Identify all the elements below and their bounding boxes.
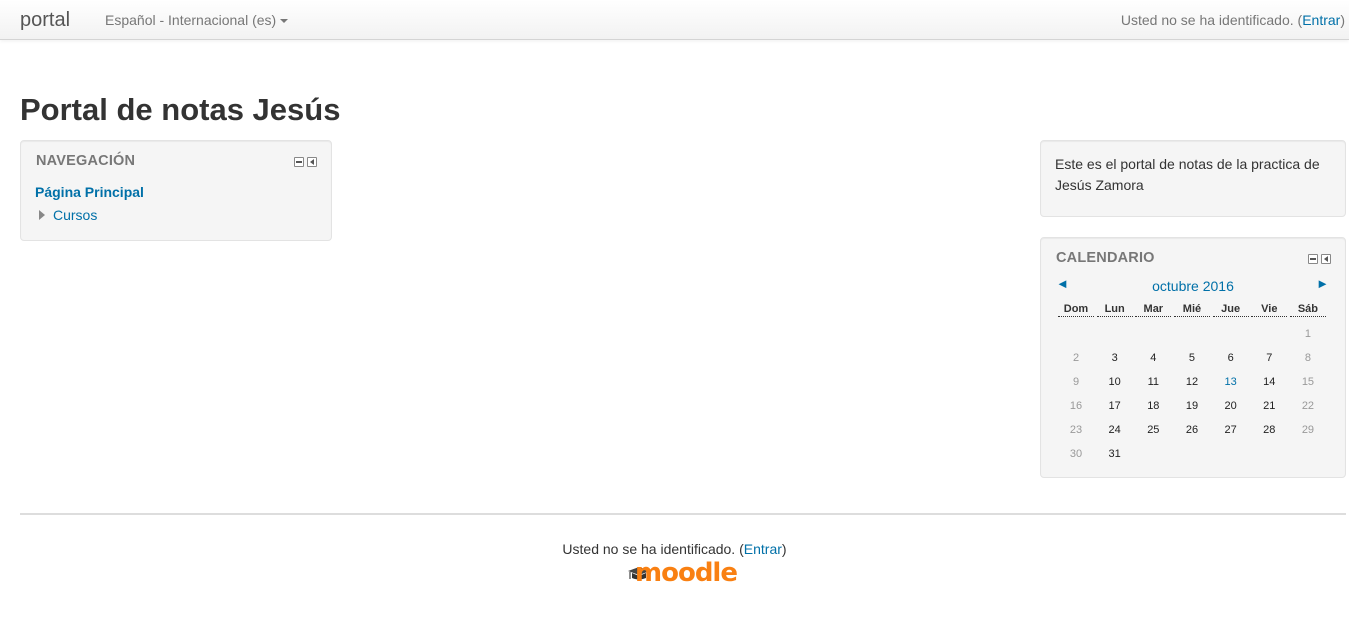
dock-block-icon[interactable] xyxy=(307,157,317,167)
footer-login-text: Usted no se ha identificado. ( xyxy=(562,541,744,557)
nav-item-courses[interactable]: Cursos xyxy=(39,207,97,223)
calendar-empty-cell xyxy=(1174,324,1210,348)
calendar-day: 11 xyxy=(1147,376,1160,388)
calendar-block-title: CALENDARIO xyxy=(1056,250,1155,266)
hide-block-icon[interactable] xyxy=(294,157,304,167)
calendar-empty-cell xyxy=(1290,444,1326,468)
calendar-day: 16 xyxy=(1069,400,1083,412)
nav-item-label[interactable]: Cursos xyxy=(53,207,97,223)
calendar-day: 27 xyxy=(1224,424,1237,436)
calendar-weekdays: Dom Lun Mar Mié Jue Vie Sáb xyxy=(1058,302,1326,317)
html-block-text: Este es el portal de notas de la practic… xyxy=(1055,156,1320,193)
calendar-dayname: Sáb xyxy=(1289,302,1326,317)
calendar-day: 17 xyxy=(1108,400,1121,412)
calendar-day: 9 xyxy=(1072,376,1080,388)
calendar-day: 31 xyxy=(1108,448,1121,460)
calendar-day: 1 xyxy=(1304,328,1311,340)
hide-block-icon[interactable] xyxy=(1308,254,1318,264)
moodle-logo-text: moodle xyxy=(635,558,738,588)
calendar-day: 28 xyxy=(1263,424,1276,436)
calendar-day: 6 xyxy=(1227,352,1234,364)
language-label: Español - Internacional (es) xyxy=(105,12,277,28)
calendar-empty-cell xyxy=(1251,444,1287,468)
calendar-day: 4 xyxy=(1150,352,1157,364)
footer-login-link[interactable]: Entrar xyxy=(744,541,782,557)
calendar-empty-cell xyxy=(1058,324,1094,348)
caret-down-icon xyxy=(280,19,289,24)
calendar-day: 25 xyxy=(1147,424,1160,436)
moodle-logo[interactable]: moodle xyxy=(627,558,742,592)
language-menu[interactable]: Español - Internacional (es) xyxy=(105,12,289,28)
calendar-dayname: Jue xyxy=(1212,302,1249,317)
html-block: Este es el portal de notas de la practic… xyxy=(1040,140,1346,217)
calendar-day: 29 xyxy=(1301,424,1315,436)
calendar-empty-cell xyxy=(1251,324,1287,348)
calendar-week-row: 16 17 18 19 20 21 22 xyxy=(1058,396,1326,420)
calendar-day: 15 xyxy=(1301,376,1315,388)
calendar-day: 5 xyxy=(1188,352,1196,364)
calendar-dayname: Mié xyxy=(1173,302,1210,317)
calendar-day: 24 xyxy=(1108,424,1121,436)
calendar-day: 19 xyxy=(1185,400,1199,412)
calendar-empty-cell xyxy=(1135,444,1171,468)
calendar-month-link[interactable]: octubre 2016 xyxy=(1041,278,1345,294)
calendar-week-row: 1 xyxy=(1058,324,1326,348)
calendar-week-row: 9 10 11 12 13 14 15 xyxy=(1058,372,1326,396)
nav-home-link[interactable]: Página Principal xyxy=(35,184,144,200)
calendar-day: 14 xyxy=(1263,376,1276,388)
calendar-week-row: 2 3 4 5 6 7 8 xyxy=(1058,348,1326,372)
calendar-day: 7 xyxy=(1266,352,1273,364)
calendar-week-row: 23 24 25 26 27 28 29 xyxy=(1058,420,1326,444)
block-controls xyxy=(1308,254,1331,264)
calendar-empty-cell xyxy=(1135,324,1171,348)
calendar-day: 2 xyxy=(1072,352,1080,364)
site-brand-link[interactable]: portal xyxy=(20,9,70,31)
calendar-day: 3 xyxy=(1111,352,1118,364)
calendar-dayname: Dom xyxy=(1058,302,1094,317)
footer-login-close: ) xyxy=(781,541,787,557)
calendar-day: 12 xyxy=(1185,376,1199,388)
calendar-day: 26 xyxy=(1185,424,1199,436)
footer-divider xyxy=(20,513,1346,515)
calendar-day: 20 xyxy=(1224,400,1237,412)
navigation-block-title: NAVEGACIÓN xyxy=(36,153,136,169)
calendar-dayname: Lun xyxy=(1096,302,1133,317)
calendar-empty-cell xyxy=(1213,324,1249,348)
calendar-day[interactable]: 13 xyxy=(1213,372,1249,396)
login-info: Usted no se ha identificado. (Entrar) xyxy=(1121,12,1345,28)
calendar-empty-cell xyxy=(1174,444,1210,468)
calendar-day: 10 xyxy=(1108,376,1121,388)
calendar-dayname: Vie xyxy=(1251,302,1288,317)
calendar-empty-cell xyxy=(1097,324,1133,348)
login-info-text: Usted no se ha identificado. ( xyxy=(1120,12,1303,28)
calendar-dayname: Mar xyxy=(1135,302,1172,317)
dock-block-icon[interactable] xyxy=(1321,254,1331,264)
calendar-day: 18 xyxy=(1147,400,1160,412)
calendar-week-row: 30 31 xyxy=(1058,444,1326,468)
top-navbar: portal Español - Internacional (es) Uste… xyxy=(0,0,1349,40)
login-link[interactable]: Entrar xyxy=(1302,12,1340,28)
navigation-block: NAVEGACIÓN Página Principal Cursos xyxy=(20,140,332,241)
calendar-day: 21 xyxy=(1263,400,1276,412)
block-controls xyxy=(294,157,317,167)
calendar-grid: 1 2 3 4 5 6 7 8 9 10 11 12 13 14 15 16 17 18 19 20 21 22 23 24 2… xyxy=(1058,324,1326,468)
calendar-day: 30 xyxy=(1069,448,1083,460)
calendar-block: CALENDARIO ◄ octubre 2016 ► Dom Lun Mar Mié… xyxy=(1040,237,1346,478)
calendar-day: 23 xyxy=(1069,424,1083,436)
calendar-empty-cell xyxy=(1213,444,1249,468)
login-info-close: ) xyxy=(1340,12,1345,28)
footer-login-info: Usted no se ha identificado. (Entrar) xyxy=(0,541,1349,557)
next-month-icon[interactable]: ► xyxy=(1316,276,1329,291)
expand-arrow-icon xyxy=(39,210,45,220)
calendar-day: 8 xyxy=(1304,352,1311,364)
calendar-day: 22 xyxy=(1301,400,1315,412)
page-title: Portal de notas Jesús xyxy=(20,92,341,127)
